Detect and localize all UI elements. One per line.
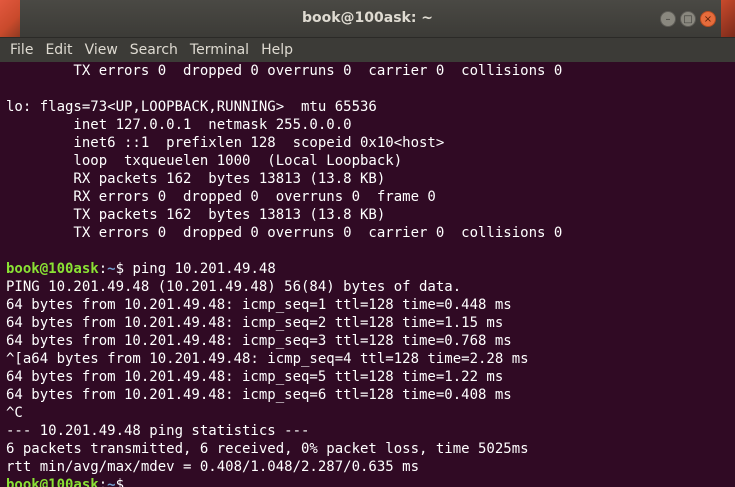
menu-file[interactable]: File	[4, 38, 39, 62]
terminal-line: TX errors 0 dropped 0 overruns 0 carrier…	[6, 63, 563, 79]
output-line: 64 bytes from 10.201.49.48: icmp_seq=6 t…	[6, 387, 512, 403]
prompt-user: book@100ask	[6, 261, 99, 277]
output-line: ^[a64 bytes from 10.201.49.48: icmp_seq=…	[6, 351, 529, 367]
terminal-line: TX errors 0 dropped 0 overruns 0 carrier…	[6, 225, 563, 241]
prompt-symbol: $	[115, 477, 125, 487]
close-button[interactable]: ×	[700, 11, 716, 27]
prompt-symbol: $	[115, 261, 133, 277]
window-controls: – □ ×	[660, 11, 716, 27]
command-prompt-line: book@100ask:~$ ping 10.201.49.48	[6, 260, 735, 278]
terminal-window: book@100ask: ~ – □ × File Edit View Sear…	[0, 0, 735, 487]
output-line: PING 10.201.49.48 (10.201.49.48) 56(84) …	[6, 279, 462, 295]
output-line: 64 bytes from 10.201.49.48: icmp_seq=1 t…	[6, 297, 512, 313]
terminal-line: loop txqueuelen 1000 (Local Loopback)	[6, 153, 403, 169]
terminal-line: inet6 ::1 prefixlen 128 scopeid 0x10<hos…	[6, 135, 445, 151]
terminal-line: RX packets 162 bytes 13813 (13.8 KB)	[6, 171, 386, 187]
terminal-line: lo: flags=73<UP,LOOPBACK,RUNNING> mtu 65…	[6, 99, 377, 115]
menu-help[interactable]: Help	[255, 38, 299, 62]
output-line: 64 bytes from 10.201.49.48: icmp_seq=5 t…	[6, 369, 504, 385]
window-title: book@100ask: ~	[301, 10, 434, 26]
prompt-separator: :	[98, 261, 108, 277]
prompt-path: ~	[107, 261, 116, 277]
terminal-line: inet 127.0.0.1 netmask 255.0.0.0	[6, 117, 352, 133]
maximize-button[interactable]: □	[680, 11, 696, 27]
title-bar[interactable]: book@100ask: ~ – □ ×	[0, 0, 735, 38]
menu-search[interactable]: Search	[124, 38, 184, 62]
menu-terminal[interactable]: Terminal	[184, 38, 255, 62]
current-prompt-line[interactable]: book@100ask:~$	[6, 476, 735, 487]
output-line: --- 10.201.49.48 ping statistics ---	[6, 423, 310, 439]
menu-view[interactable]: View	[79, 38, 124, 62]
output-line: rtt min/avg/max/mdev = 0.408/1.048/2.287…	[6, 459, 420, 475]
command-text: ping 10.201.49.48	[132, 261, 276, 277]
menu-bar: File Edit View Search Terminal Help	[0, 38, 735, 62]
terminal-line: RX errors 0 dropped 0 overruns 0 frame 0	[6, 189, 436, 205]
prompt-user: book@100ask	[6, 477, 99, 487]
prompt-separator: :	[98, 477, 108, 487]
terminal-line: TX packets 162 bytes 13813 (13.8 KB)	[6, 207, 386, 223]
output-line: ^C	[6, 405, 23, 421]
terminal-output-area[interactable]: TX errors 0 dropped 0 overruns 0 carrier…	[0, 62, 735, 487]
menu-edit[interactable]: Edit	[39, 38, 78, 62]
prompt-path: ~	[107, 477, 116, 487]
minimize-button[interactable]: –	[660, 11, 676, 27]
output-line: 6 packets transmitted, 6 received, 0% pa…	[6, 441, 529, 457]
output-line: 64 bytes from 10.201.49.48: icmp_seq=2 t…	[6, 315, 504, 331]
output-line: 64 bytes from 10.201.49.48: icmp_seq=3 t…	[6, 333, 512, 349]
